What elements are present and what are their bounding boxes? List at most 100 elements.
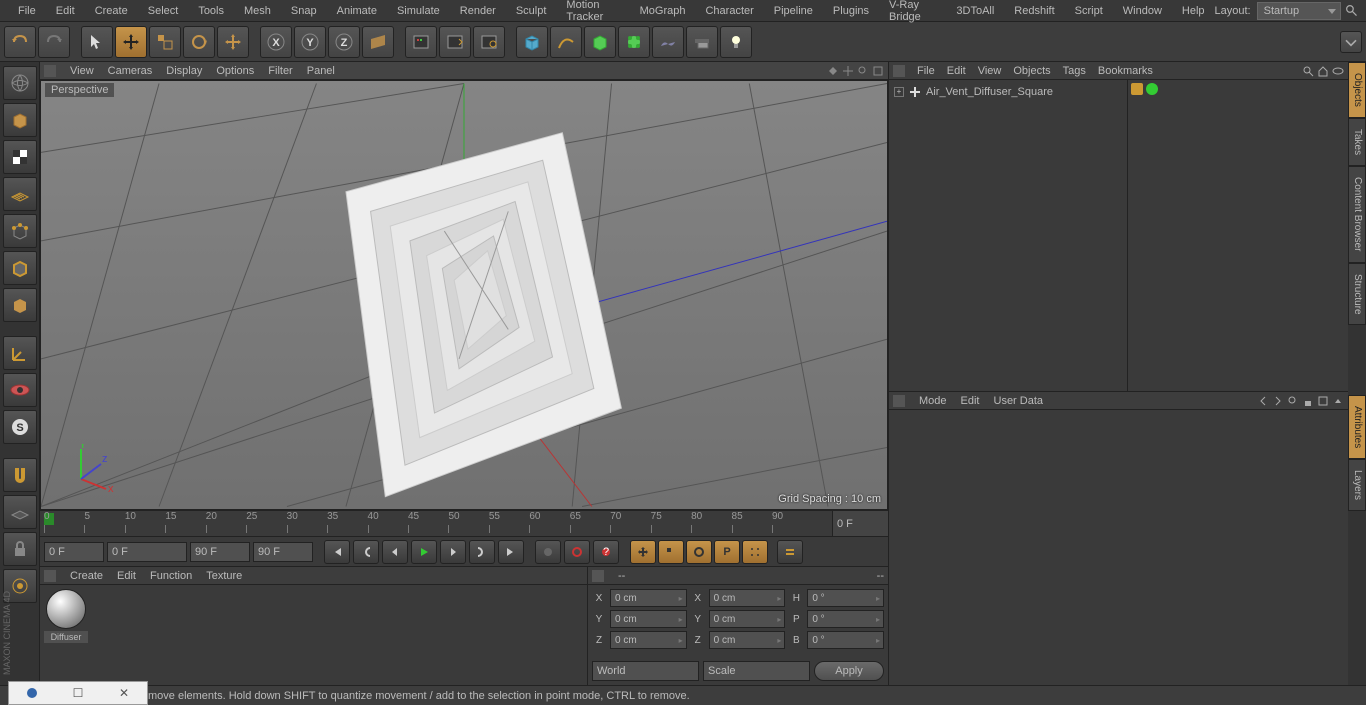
texture-mode-button[interactable] xyxy=(3,140,37,174)
mat-menu-edit[interactable]: Edit xyxy=(117,570,136,582)
viewport-menu-filter[interactable]: Filter xyxy=(268,65,292,77)
timeline-end-field[interactable]: 0 F xyxy=(832,511,888,536)
timeline-options-button[interactable] xyxy=(777,540,803,564)
close-icon[interactable]: ✕ xyxy=(101,686,147,700)
tab-takes[interactable]: Takes xyxy=(1348,118,1366,166)
key-scale-button[interactable] xyxy=(658,540,684,564)
attr-menu-userdata[interactable]: User Data xyxy=(994,395,1044,407)
maximize-icon[interactable]: ☐ xyxy=(55,686,101,700)
rotate-tool[interactable] xyxy=(183,26,215,58)
menu-render[interactable]: Render xyxy=(450,5,506,17)
axis-gizmo[interactable]: Y x z xyxy=(66,444,116,494)
obj-menu-bookmarks[interactable]: Bookmarks xyxy=(1098,65,1153,77)
mat-menu-texture[interactable]: Texture xyxy=(206,570,242,582)
time-range-to-field[interactable]: 90 F xyxy=(190,542,250,562)
visibility-tag-icon[interactable] xyxy=(1146,83,1158,95)
coord-b-field[interactable]: 0 ° xyxy=(807,631,884,649)
menu-script[interactable]: Script xyxy=(1065,5,1113,17)
coord-x-field[interactable]: 0 cm xyxy=(610,589,687,607)
grip-icon[interactable] xyxy=(592,570,604,582)
home-icon[interactable] xyxy=(1317,65,1329,77)
apply-button[interactable]: Apply xyxy=(814,661,884,681)
menu-simulate[interactable]: Simulate xyxy=(387,5,450,17)
object-row[interactable]: + Air_Vent_Diffuser_Square xyxy=(892,83,1124,101)
menu-animate[interactable]: Animate xyxy=(327,5,387,17)
tab-structure[interactable]: Structure xyxy=(1348,263,1366,326)
record-button[interactable] xyxy=(535,540,561,564)
generator-button[interactable] xyxy=(584,26,616,58)
menu-edit[interactable]: Edit xyxy=(46,5,85,17)
viewport-zoom-icon[interactable] xyxy=(857,65,869,77)
material-item[interactable]: Diffuser xyxy=(44,589,88,643)
app-icon[interactable] xyxy=(9,686,55,700)
eye-icon[interactable] xyxy=(1332,65,1344,77)
coord-h-field[interactable]: 0 ° xyxy=(807,589,884,607)
coord-sy-field[interactable]: 0 cm xyxy=(709,610,786,628)
viewport-move-icon[interactable] xyxy=(842,65,854,77)
time-current-field[interactable]: 90 F xyxy=(253,542,313,562)
attr-menu-edit[interactable]: Edit xyxy=(961,395,980,407)
coord-z-field[interactable]: 0 cm xyxy=(610,631,687,649)
mat-menu-function[interactable]: Function xyxy=(150,570,192,582)
lock-icon[interactable] xyxy=(1302,395,1314,407)
viewport-solo-button[interactable] xyxy=(3,373,37,407)
coord-sz-field[interactable]: 0 cm xyxy=(709,631,786,649)
magnet-button[interactable] xyxy=(3,458,37,492)
render-region-button[interactable] xyxy=(439,26,471,58)
menu-character[interactable]: Character xyxy=(695,5,763,17)
search-icon[interactable] xyxy=(1302,65,1314,77)
next-key-button[interactable] xyxy=(469,540,495,564)
mat-menu-create[interactable]: Create xyxy=(70,570,103,582)
obj-menu-edit[interactable]: Edit xyxy=(947,65,966,77)
workplane-button[interactable] xyxy=(3,177,37,211)
forward-icon[interactable] xyxy=(1272,395,1284,407)
menu-vray[interactable]: V-Ray Bridge xyxy=(879,0,946,23)
workplane-snap-button[interactable] xyxy=(3,495,37,529)
timeline-ruler[interactable]: 051015202530354045505560657075808590 0 F xyxy=(40,510,888,536)
axis-button[interactable] xyxy=(3,336,37,370)
viewport-menu-view[interactable]: View xyxy=(70,65,94,77)
expand-icon[interactable]: + xyxy=(894,87,904,97)
redo-button[interactable] xyxy=(38,26,70,58)
menu-3dtoall[interactable]: 3DToAll xyxy=(946,5,1004,17)
menu-select[interactable]: Select xyxy=(138,5,189,17)
obj-menu-objects[interactable]: Objects xyxy=(1013,65,1050,77)
key-pos-button[interactable] xyxy=(630,540,656,564)
viewport-menu-display[interactable]: Display xyxy=(166,65,202,77)
attr-menu-mode[interactable]: Mode xyxy=(919,395,947,407)
grip-icon[interactable] xyxy=(44,570,56,582)
viewport-max-icon[interactable] xyxy=(872,65,884,77)
undo-button[interactable] xyxy=(4,26,36,58)
layout-select[interactable]: Startup xyxy=(1257,2,1341,20)
model-mode-button[interactable] xyxy=(3,66,37,100)
menu-pipeline[interactable]: Pipeline xyxy=(764,5,823,17)
toolbar-overflow-button[interactable] xyxy=(1340,31,1362,53)
deformer-button[interactable] xyxy=(618,26,650,58)
grip-icon[interactable] xyxy=(893,395,905,407)
goto-end-button[interactable] xyxy=(498,540,524,564)
layer-tag-icon[interactable] xyxy=(1131,83,1143,95)
time-start-field[interactable]: 0 F xyxy=(44,542,104,562)
menu-plugins[interactable]: Plugins xyxy=(823,5,879,17)
render-settings-button[interactable] xyxy=(473,26,505,58)
menu-tools[interactable]: Tools xyxy=(188,5,234,17)
play-button[interactable] xyxy=(411,540,437,564)
move-tool[interactable] xyxy=(115,26,147,58)
coord-mode-select[interactable]: World xyxy=(592,661,699,681)
coord-space-select[interactable]: Scale xyxy=(703,661,810,681)
search-icon[interactable] xyxy=(1345,2,1358,20)
key-param-button[interactable]: P xyxy=(714,540,740,564)
point-mode-button[interactable] xyxy=(3,214,37,248)
lasso-tool[interactable] xyxy=(217,26,249,58)
coord-system-button[interactable] xyxy=(362,26,394,58)
key-rot-button[interactable] xyxy=(686,540,712,564)
lock-button[interactable] xyxy=(3,532,37,566)
edge-mode-button[interactable] xyxy=(3,251,37,285)
camera-button[interactable] xyxy=(686,26,718,58)
search-icon[interactable] xyxy=(1287,395,1299,407)
environment-button[interactable] xyxy=(652,26,684,58)
render-view-button[interactable] xyxy=(405,26,437,58)
menu-file[interactable]: File xyxy=(8,5,46,17)
tab-attributes[interactable]: Attributes xyxy=(1348,395,1366,459)
menu-motiontracker[interactable]: Motion Tracker xyxy=(556,0,629,23)
